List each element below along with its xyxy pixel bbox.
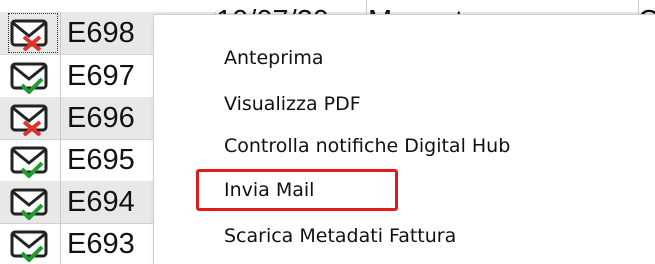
mail-status-cell[interactable] — [7, 223, 59, 264]
envelope-check-icon — [10, 230, 48, 262]
invoice-list-window: E698 10/07/20 Mancata consegna C E697 — [0, 0, 655, 264]
menu-item-visualizza-pdf[interactable]: Visualizza PDF — [224, 89, 361, 119]
mail-status-cell[interactable] — [7, 139, 59, 181]
envelope-check-icon — [10, 62, 48, 94]
highlight-annotation — [196, 169, 398, 211]
envelope-cross-icon — [10, 19, 48, 51]
menu-item-anteprima[interactable]: Anteprima — [224, 43, 323, 73]
menu-item-controlla-notifiche[interactable]: Controlla notifiche Digital Hub — [224, 131, 510, 161]
mail-status-cell[interactable] — [7, 12, 59, 54]
mail-status-cell[interactable] — [7, 181, 59, 223]
envelope-check-icon — [10, 188, 48, 220]
context-menu: Anteprima Visualizza PDF Controlla notif… — [153, 14, 655, 264]
menu-item-scarica-metadati[interactable]: Scarica Metadati Fattura — [224, 221, 456, 251]
envelope-cross-icon — [10, 104, 48, 136]
mail-status-cell[interactable] — [7, 97, 59, 139]
mail-status-cell[interactable] — [7, 55, 59, 97]
envelope-check-icon — [10, 146, 48, 178]
